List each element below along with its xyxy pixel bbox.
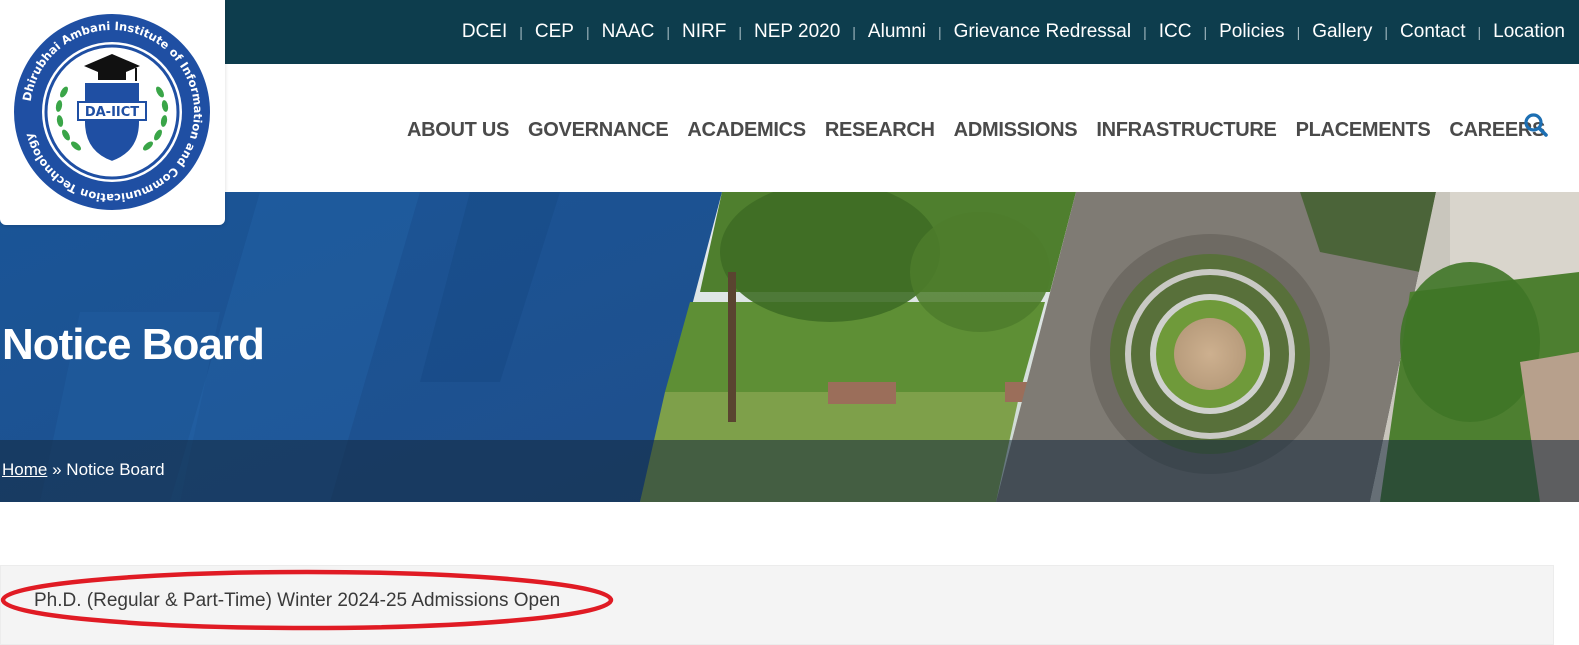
topbar-link-dcei[interactable]: DCEI [462, 21, 507, 43]
topbar-link-grievance-redressal[interactable]: Grievance Redressal [954, 21, 1131, 43]
nav-item-admissions[interactable]: ADMISSIONS [954, 119, 1078, 142]
page-title: Notice Board [2, 320, 265, 369]
breadcrumb-separator: » [52, 460, 62, 479]
da-iict-logo-emblem: Dhirubhai Ambani Institute of Informatio… [14, 14, 210, 210]
divider: | [738, 24, 742, 40]
search-button[interactable] [1523, 112, 1553, 142]
nav-item-academics[interactable]: ACADEMICS [687, 119, 806, 142]
topbar-link-contact[interactable]: Contact [1400, 21, 1465, 43]
divider: | [666, 24, 671, 40]
topbar-link-alumni[interactable]: Alumni [868, 21, 926, 43]
divider: | [852, 24, 856, 40]
main-navigation: ABOUT US GOVERNANCE ACADEMICS RESEARCH A… [407, 112, 1564, 148]
topbar-link-location[interactable]: Location [1493, 21, 1565, 43]
topbar-link-gallery[interactable]: Gallery [1312, 21, 1372, 43]
divider: | [1384, 24, 1389, 40]
logo-shield-text: DA-IICT [85, 105, 139, 120]
nav-item-research[interactable]: RESEARCH [825, 119, 935, 142]
site-logo[interactable]: Dhirubhai Ambani Institute of Informatio… [0, 0, 225, 225]
nav-item-about-us[interactable]: ABOUT US [407, 119, 509, 142]
breadcrumb-band [0, 440, 1579, 502]
divider: | [1143, 24, 1147, 40]
topbar-link-nirf[interactable]: NIRF [682, 21, 726, 43]
nav-item-placements[interactable]: PLACEMENTS [1296, 119, 1431, 142]
search-icon [1524, 113, 1548, 137]
divider: | [519, 24, 523, 40]
topbar-link-icc[interactable]: ICC [1159, 21, 1192, 43]
top-utility-bar: DCEI | CEP | NAAC | NIRF | NEP 2020 | Al… [225, 0, 1579, 64]
breadcrumb-home-link[interactable]: Home [2, 460, 47, 479]
divider: | [938, 24, 942, 40]
divider: | [585, 24, 590, 40]
topbar-link-nep-2020[interactable]: NEP 2020 [754, 21, 840, 43]
divider: | [1296, 24, 1301, 40]
divider: | [1203, 24, 1208, 40]
topbar-link-policies[interactable]: Policies [1219, 21, 1284, 43]
breadcrumb-current: Notice Board [66, 460, 165, 479]
nav-item-infrastructure[interactable]: INFRASTRUCTURE [1096, 119, 1277, 142]
notice-item[interactable]: Ph.D. (Regular & Part-Time) Winter 2024-… [34, 590, 560, 612]
breadcrumb: Home » Notice Board [2, 460, 165, 480]
topbar-link-naac[interactable]: NAAC [602, 21, 655, 43]
hero-banner: Notice Board Home » Notice Board [0, 192, 1579, 502]
nav-item-governance[interactable]: GOVERNANCE [528, 119, 669, 142]
divider: | [1477, 24, 1482, 40]
topbar-link-cep[interactable]: CEP [535, 21, 574, 43]
